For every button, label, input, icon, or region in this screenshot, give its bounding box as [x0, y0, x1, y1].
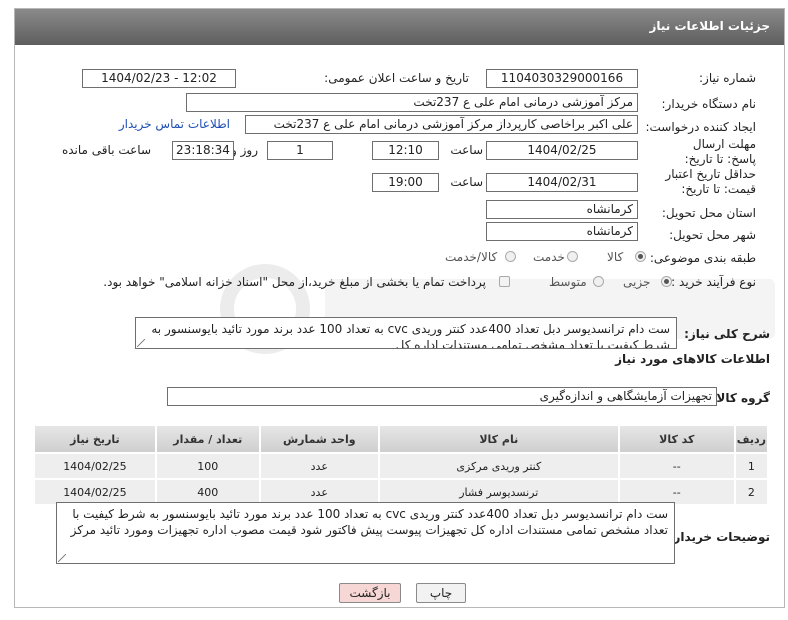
resize-grip-icon[interactable] — [58, 554, 66, 562]
col-need-date: تاریخ نیاز — [33, 424, 157, 454]
col-unit: واحد شمارش — [258, 424, 380, 454]
goods-section-title: اطلاعات کالاهای مورد نیاز — [615, 352, 770, 366]
city-field: کرمانشاه — [486, 222, 638, 241]
col-row-number: ردیف — [733, 424, 770, 454]
cell-goods-code: -- — [617, 452, 736, 480]
print-button[interactable]: چاپ — [416, 583, 466, 603]
province-field: کرمانشاه — [486, 200, 638, 219]
city-label: شهر محل تحویل: — [669, 228, 756, 242]
price-valid-time-label: ساعت — [450, 175, 483, 189]
col-goods-code: کد کالا — [617, 424, 736, 454]
need-details-panel: جزئیات اطلاعات نیاز شماره نیاز: 11040303… — [14, 8, 785, 608]
days-field: 1 — [267, 141, 333, 160]
col-quantity: تعداد / مقدار — [154, 424, 261, 454]
goods-group-label: گروه کالا: — [711, 391, 770, 405]
description-label: شرح کلی نیاز: — [684, 327, 770, 341]
description-text: ست دام ترانسدیوسر دبل تعداد 400عدد کنتر … — [151, 322, 670, 349]
remaining-time-field: 23:18:34 — [172, 141, 234, 160]
cell-unit: عدد — [258, 452, 380, 480]
payment-note: پرداخت تمام یا بخشی از مبلغ خرید،از محل … — [103, 275, 486, 289]
price-valid-date-field: 1404/02/31 — [486, 173, 638, 192]
announce-field: 1404/02/23 - 12:02 — [82, 69, 236, 88]
cell-quantity: 100 — [154, 452, 261, 480]
buyer-notes-label: توضیحات خریدار: — [668, 530, 770, 544]
goods-table-header: ردیف کد کالا نام کالا واحد شمارش تعداد /… — [33, 424, 770, 454]
buyer-org-label: نام دستگاه خریدار: — [661, 97, 757, 111]
announce-label: تاریخ و ساعت اعلان عمومی: — [324, 71, 469, 85]
goods-table: ردیف کد کالا نام کالا واحد شمارش تعداد /… — [33, 424, 770, 506]
remaining-label: ساعت باقی مانده — [61, 143, 151, 157]
buyer-notes-textarea: ست دام ترانسدیوسر دبل تعداد 400عدد کنتر … — [56, 502, 675, 564]
category-option-goods-service: کالا/خدمت — [445, 250, 498, 264]
table-row: 1 -- کنتر وریدی مرکزی عدد 100 1404/02/25 — [33, 452, 770, 480]
process-option-minor: جزیی — [623, 275, 651, 289]
category-radio-goods[interactable] — [635, 251, 646, 262]
category-label: طبقه بندی موضوعی: — [649, 251, 756, 265]
panel-header: جزئیات اطلاعات نیاز — [15, 9, 784, 45]
deadline-date-field: 1404/02/25 — [486, 141, 638, 160]
category-radio-service[interactable] — [567, 251, 578, 262]
need-number-label: شماره نیاز: — [699, 71, 756, 85]
cell-goods-name: کنتر وریدی مرکزی — [377, 452, 620, 480]
process-radio-medium[interactable] — [593, 276, 604, 287]
buyer-notes-text: ست دام ترانسدیوسر دبل تعداد 400عدد کنتر … — [70, 507, 668, 537]
creator-field: علی اکبر براخاصی کارپرداز مرکز آموزشی در… — [245, 115, 638, 134]
cell-row-number: 2 — [733, 478, 770, 506]
need-number-field: 1104030329000166 — [486, 69, 638, 88]
category-option-goods: کالا — [607, 250, 624, 264]
col-goods-name: نام کالا — [377, 424, 620, 454]
category-option-service: خدمت — [533, 250, 565, 264]
creator-label: ایجاد کننده درخواست: — [645, 120, 756, 134]
process-label: نوع فرآیند خرید : — [671, 275, 756, 289]
process-option-medium: متوسط — [549, 275, 587, 289]
resize-grip-icon[interactable] — [137, 339, 145, 347]
deadline-time-field: 12:10 — [372, 141, 439, 160]
price-valid-label: حداقل تاریخ اعتبار قیمت: تا تاریخ: — [665, 167, 756, 196]
buyer-org-field: مرکز آموزشی درمانی امام علی ع 237تخت — [186, 93, 638, 112]
days-label: روز و — [231, 143, 258, 157]
province-label: استان محل تحویل: — [661, 206, 756, 220]
goods-group-field: تجهیزات آزمایشگاهی و اندازه‌گیری — [167, 387, 717, 406]
cell-row-number: 1 — [733, 452, 770, 480]
buyer-contact-link[interactable]: اطلاعات تماس خریدار — [119, 117, 230, 131]
page-title: جزئیات اطلاعات نیاز — [649, 19, 770, 33]
cell-need-date: 1404/02/25 — [33, 452, 157, 480]
back-button[interactable]: بازگشت — [339, 583, 401, 603]
price-valid-time-field: 19:00 — [372, 173, 439, 192]
deadline-time-label: ساعت — [450, 143, 483, 157]
deadline-label: مهلت ارسال پاسخ: تا تاریخ: — [684, 137, 756, 166]
category-radio-goods-service[interactable] — [505, 251, 516, 262]
description-textarea: ست دام ترانسدیوسر دبل تعداد 400عدد کنتر … — [135, 317, 677, 349]
payment-checkbox[interactable] — [499, 276, 510, 287]
process-radio-minor[interactable] — [661, 276, 672, 287]
